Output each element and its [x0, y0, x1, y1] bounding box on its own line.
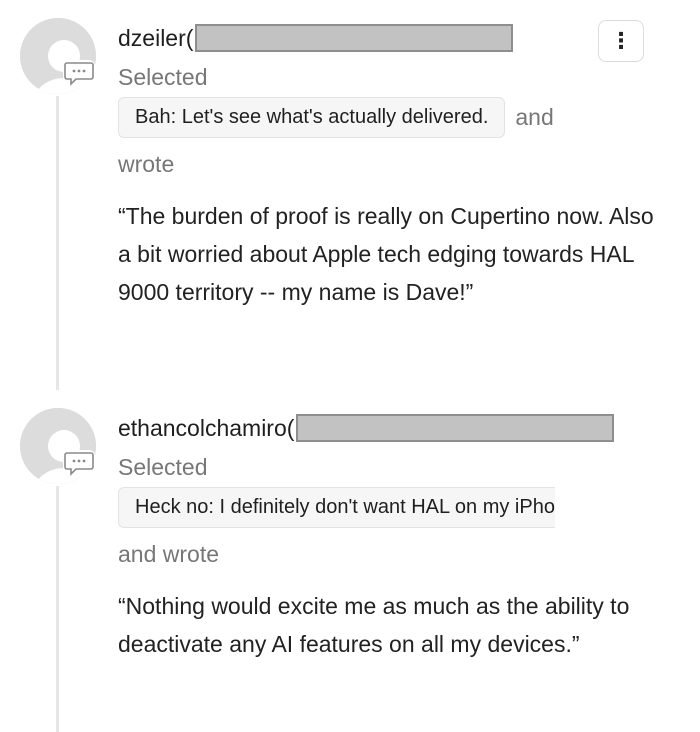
- redaction-box: [296, 414, 615, 442]
- comment-text: “The burden of proof is really on Cupert…: [118, 203, 654, 305]
- more-vertical-icon: ⋮: [610, 28, 632, 53]
- selected-label: Selected: [118, 454, 208, 480]
- selected-label: Selected: [118, 64, 208, 90]
- username[interactable]: ethancolchamiro(: [118, 415, 294, 442]
- username-row: dzeiler(: [118, 20, 514, 56]
- quote-row: Bah: Let's see what's actually delivered…: [118, 97, 554, 138]
- redaction-box: [195, 24, 514, 52]
- username-row: ethancolchamiro(: [118, 410, 615, 446]
- and-wrote-label: and wrote: [118, 541, 220, 567]
- username[interactable]: dzeiler(: [118, 25, 193, 52]
- quoted-selection[interactable]: Heck no: I definitely don't want HAL on …: [118, 487, 555, 528]
- speech-bubble-icon: [64, 62, 94, 86]
- quoted-selection[interactable]: Bah: Let's see what's actually delivered…: [118, 97, 506, 138]
- and-label: and: [515, 104, 554, 130]
- speech-bubble-icon: [64, 452, 94, 476]
- quote-row: Heck no: I definitely don't want HAL on …: [118, 487, 648, 533]
- wrote-label: wrote: [118, 151, 175, 177]
- more-options-button[interactable]: ⋮: [598, 20, 644, 62]
- comment-2: ethancolchamiro( Selected Heck no: I def…: [0, 390, 700, 732]
- comment-text: “Nothing would excite me as much as the …: [118, 593, 630, 657]
- thread-line: [56, 486, 59, 732]
- comment-1: dzeiler( ⋮ Selected Bah: Let's see what'…: [0, 0, 700, 390]
- comment-badge: [63, 60, 95, 86]
- thread-line: [56, 96, 59, 390]
- comment-badge: [63, 450, 95, 476]
